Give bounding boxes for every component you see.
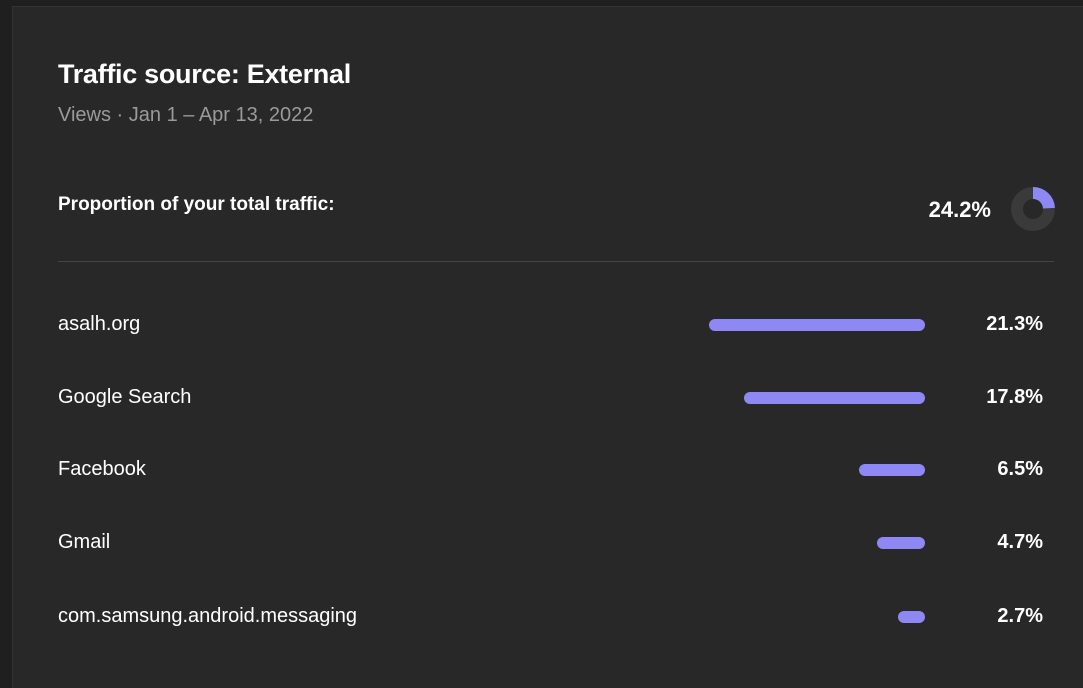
source-label: Google Search [58, 386, 192, 408]
proportion-value: 24.2% [928, 197, 991, 222]
card-title: Traffic source: External [58, 59, 351, 89]
source-row[interactable]: com.samsung.android.messaging 2.7% [13, 597, 1083, 637]
source-row[interactable]: asalh.org 21.3% [13, 305, 1083, 345]
proportion-donut-icon [1011, 187, 1055, 231]
source-row[interactable]: Gmail 4.7% [13, 523, 1083, 563]
divider [58, 261, 1054, 262]
source-row[interactable]: Facebook 6.5% [13, 450, 1083, 490]
source-value: 2.7% [997, 605, 1043, 627]
source-value: 6.5% [997, 458, 1043, 480]
source-label: com.samsung.android.messaging [58, 605, 358, 627]
source-value: 4.7% [997, 531, 1043, 553]
source-label: Facebook [58, 458, 146, 480]
donut-segment [1032, 187, 1055, 210]
source-bar [877, 537, 925, 549]
source-value: 21.3% [986, 313, 1043, 335]
source-bar [859, 464, 925, 476]
traffic-source-card: Traffic source: External Views · Jan 1 –… [12, 6, 1083, 688]
source-bar [709, 319, 925, 331]
source-label: Gmail [58, 531, 111, 553]
source-value: 17.8% [986, 386, 1043, 408]
card-subtitle: Views · Jan 1 – Apr 13, 2022 [58, 104, 314, 126]
source-row[interactable]: Google Search 17.8% [13, 378, 1083, 418]
source-bar [744, 392, 925, 404]
source-label: asalh.org [58, 313, 141, 335]
source-bar [898, 611, 925, 623]
proportion-label: Proportion of your total traffic: [58, 194, 335, 215]
